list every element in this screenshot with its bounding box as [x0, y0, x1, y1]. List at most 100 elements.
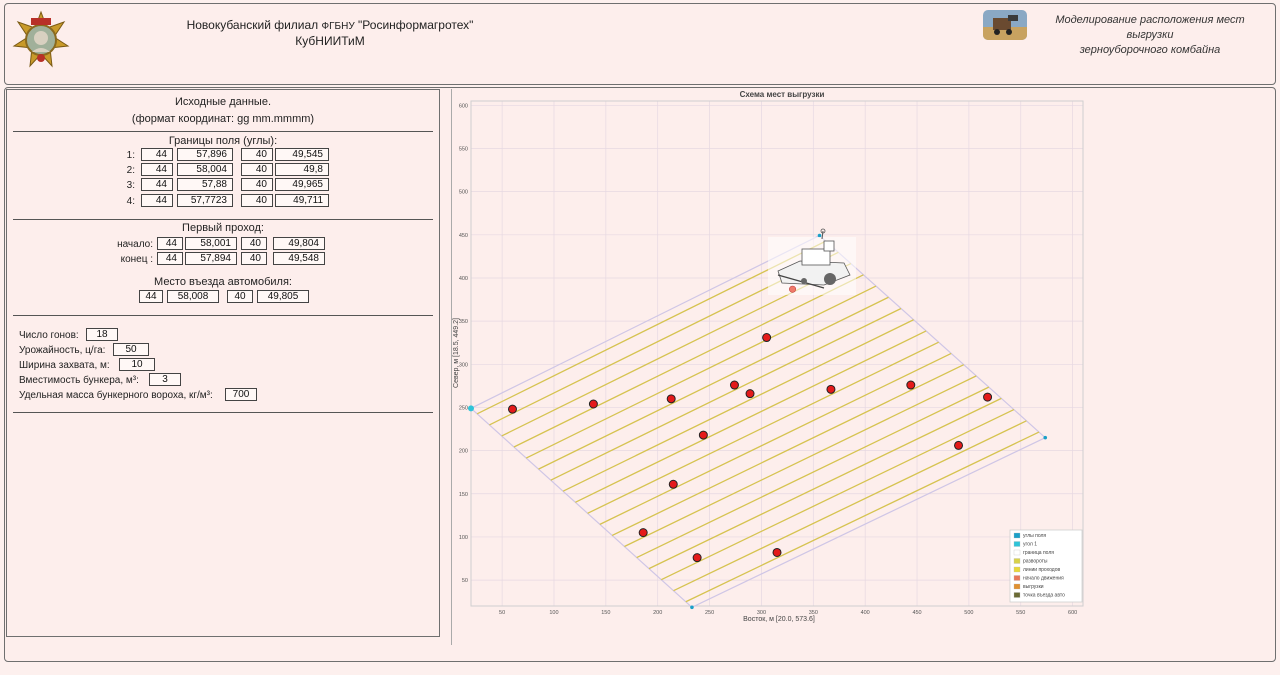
first-pass-label: конец :: [120, 254, 153, 265]
legend-swatch: [1013, 575, 1021, 581]
app-title: Моделирование расположения мест выгрузки…: [1035, 13, 1265, 58]
x-tick-label: 150: [601, 610, 610, 616]
corner-lat-min-input[interactable]: 58,004: [177, 163, 233, 176]
corner-lat-min-input[interactable]: 57,88: [177, 178, 233, 191]
first-pass-title: Первый проход:: [182, 222, 264, 234]
corner-lon-deg-input[interactable]: 40: [241, 148, 273, 161]
section-title: Исходные данные.: [175, 96, 271, 108]
y-axis-label: Север, м [18.5, 449.2]: [453, 318, 460, 388]
y-tick-label: 350: [459, 319, 468, 325]
org-name-line2: КубНИИТиМ: [295, 34, 365, 48]
corner-lon-min-input[interactable]: 49,8: [275, 163, 329, 176]
field-corner-marker: [690, 605, 694, 610]
unload-point: [983, 392, 993, 402]
corner-lat-deg-input[interactable]: 44: [141, 194, 173, 207]
corner-label: 3:: [126, 180, 135, 191]
exit-lon-min-input[interactable]: 49,805: [257, 290, 309, 303]
pass-lon-deg-input[interactable]: 40: [241, 252, 267, 265]
legend-label: начало движения: [1023, 576, 1064, 582]
passes-count-input[interactable]: 18: [86, 328, 118, 341]
order-of-lenin-emblem-icon: [12, 10, 70, 68]
exit-lat-deg-input[interactable]: 44: [139, 290, 163, 303]
app-title-line2: зерноуборочного комбайна: [1079, 44, 1221, 56]
yield-label: Урожайность, ц/га:: [19, 345, 106, 356]
bunker-capacity-label: Вместимость бункера, м³:: [19, 375, 139, 386]
plot-frame: [470, 100, 1084, 607]
corner-lat-min-input[interactable]: 57,896: [177, 148, 233, 161]
legend-swatch: [1013, 583, 1021, 590]
y-tick-labels: 50 100 150 200 250 300 350 400 450 500 550 600: [459, 103, 468, 584]
app-title-line1: Моделирование расположения мест выгрузки: [1055, 14, 1245, 41]
unload-point: [638, 528, 648, 538]
x-tick-label: 600: [1068, 610, 1077, 616]
divider: [13, 219, 433, 220]
organization-name: Новокубанский филиал ФГБНУ "Росинформагр…: [180, 18, 480, 49]
exit-lat-min-input[interactable]: 58,008: [167, 290, 219, 303]
y-tick-label: 400: [459, 276, 468, 282]
field-boundary: [469, 234, 1047, 609]
corner-lat-deg-input[interactable]: 44: [141, 178, 173, 191]
unload-point: [588, 399, 598, 409]
y-tick-label: 150: [459, 492, 468, 498]
corner-lon-min-input[interactable]: 49,711: [275, 194, 329, 207]
unload-point: [698, 430, 708, 440]
corner-lon-deg-input[interactable]: 40: [241, 163, 273, 176]
legend-box: [1009, 529, 1083, 603]
corner-label: 2:: [126, 165, 135, 176]
field-bounds-title: Границы поля (углы):: [168, 135, 278, 147]
legend-swatch: [1013, 566, 1021, 573]
grain-density-input[interactable]: 700: [225, 388, 257, 401]
header-width-label: Ширина захвата, м:: [19, 360, 110, 371]
unload-point: [762, 333, 772, 343]
org-name-part3: "Росинформагротех": [358, 18, 474, 32]
legend-label: граница поля: [1023, 550, 1054, 556]
pass-lon-min-input[interactable]: 49,548: [273, 252, 325, 265]
unload-point: [729, 380, 739, 390]
input-panel: Исходные данные. (формат координат: gg m…: [6, 89, 440, 637]
pass-lat-deg-input[interactable]: 44: [157, 237, 183, 250]
pass-lat-deg-input[interactable]: 44: [157, 252, 183, 265]
unload-point: [692, 553, 702, 563]
x-tick-label: 100: [549, 610, 558, 616]
passes-count-label: Число гонов:: [19, 330, 79, 341]
yield-input[interactable]: 50: [113, 343, 149, 356]
grain-density-label: Удельная масса бункерного вороха, кг/м³:: [19, 390, 213, 401]
org-name-part2: ФГБНУ: [321, 21, 355, 32]
x-axis-label: Восток, м [20.0, 573.6]: [743, 616, 815, 623]
pass-lat-min-input[interactable]: 58,001: [185, 237, 237, 250]
exit-lon-deg-input[interactable]: 40: [227, 290, 253, 303]
corner-label: 1:: [126, 150, 135, 161]
corner-lon-deg-input[interactable]: 40: [241, 178, 273, 191]
header-width-input[interactable]: 10: [119, 358, 155, 371]
unload-point: [668, 479, 678, 489]
x-tick-label: 450: [912, 610, 921, 616]
corner-lon-deg-input[interactable]: 40: [241, 194, 273, 207]
legend-swatch: [1013, 558, 1021, 564]
legend-swatch: [1013, 592, 1021, 598]
y-tick-label: 500: [459, 190, 468, 196]
pass-lat-min-input[interactable]: 57,894: [185, 252, 237, 265]
field-layer: [468, 233, 1048, 610]
y-tick-label: 100: [459, 535, 468, 541]
exit-title: Место въезда автомобиля:: [154, 276, 292, 288]
legend-label: развороты: [1023, 559, 1048, 565]
chart-svg: Схема мест выгрузки 50 100 150 200 250 300 350…: [453, 90, 1084, 623]
pass-lon-min-input[interactable]: 49,804: [273, 237, 325, 250]
divider: [13, 412, 433, 413]
unload-point: [666, 394, 676, 404]
start-point: [789, 285, 797, 293]
chart-grid: [471, 101, 1083, 606]
corner-lat-deg-input[interactable]: 44: [141, 163, 173, 176]
pass-lon-deg-input[interactable]: 40: [241, 237, 267, 250]
corner-lat-deg-input[interactable]: 44: [141, 148, 173, 161]
combine-harvester-icon: [768, 228, 856, 295]
corner-lat-min-input[interactable]: 57,7723: [177, 194, 233, 207]
corner-lon-min-input[interactable]: 49,965: [275, 178, 329, 191]
first-pass-label: начало:: [117, 239, 153, 250]
divider: [13, 131, 433, 132]
bunker-capacity-input[interactable]: 3: [149, 373, 181, 386]
corner-lon-min-input[interactable]: 49,545: [275, 148, 329, 161]
legend-swatch: [1013, 532, 1021, 539]
combine-harvester-thumbnail-icon: [983, 10, 1027, 40]
unload-point: [954, 440, 964, 450]
